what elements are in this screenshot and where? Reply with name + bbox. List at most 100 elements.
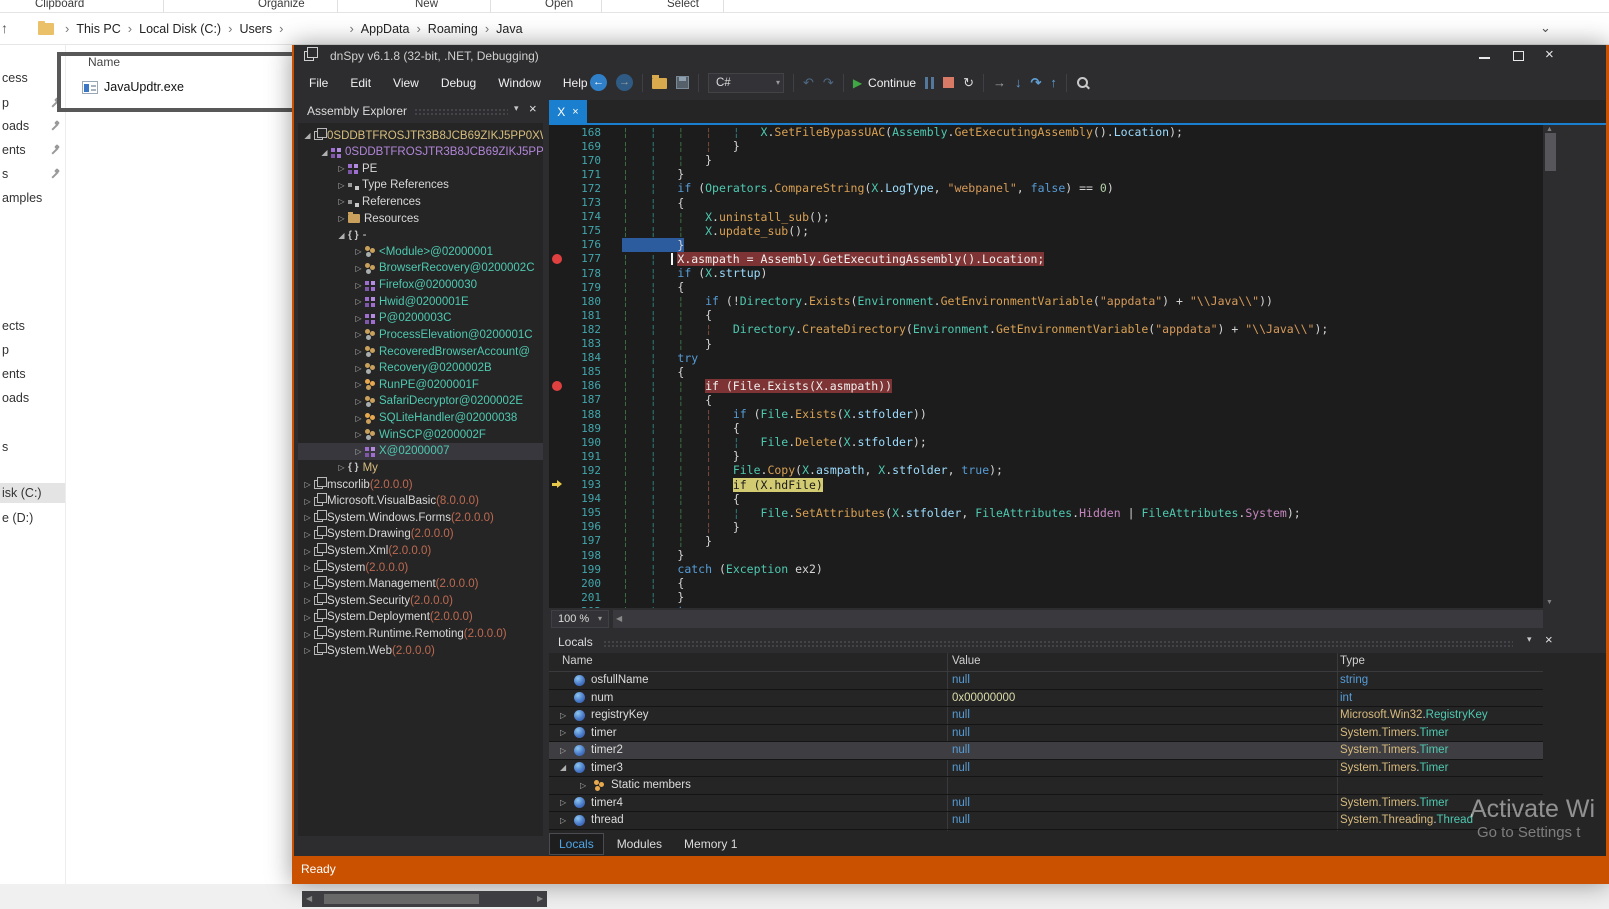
code-line-168[interactable]: 168 ¦ ¦ ¦ ¦ ¦ X.SetFileBypassUAC(Assembly… bbox=[549, 125, 1543, 139]
tree-item[interactable]: ▷ Recovery @0200002B bbox=[298, 360, 543, 377]
expander-closed-icon[interactable]: ▷ bbox=[353, 447, 364, 456]
code-line-191[interactable]: 191 ¦ ¦ ¦ ¦ } bbox=[549, 449, 1543, 463]
tree-item[interactable]: ◢ 0SDDBTFROSJTR3B8JCB69ZIKJ5PP0X bbox=[298, 144, 543, 161]
code-line-176[interactable]: 176 } bbox=[549, 237, 1543, 252]
locals-row[interactable]: osfullName null string bbox=[549, 672, 1543, 690]
ribbon-group-organize[interactable]: Organize bbox=[258, 0, 305, 10]
scroll-left-icon[interactable]: ◀ bbox=[306, 894, 312, 903]
code-line-197[interactable]: 197 ¦ ¦ ¦ } bbox=[549, 534, 1543, 548]
tab-memory-1[interactable]: Memory 1 bbox=[675, 834, 746, 854]
tree-item[interactable]: ▷ System (2.0.0.0) bbox=[298, 559, 543, 576]
breakpoint-margin[interactable] bbox=[549, 562, 569, 576]
menu-debug[interactable]: Debug bbox=[430, 76, 487, 90]
address-bar[interactable]: ↑ › This PC › Local Disk (C:) › Users › › AppDat… bbox=[0, 14, 1609, 45]
tree-item[interactable]: ▷ P @0200003C bbox=[298, 310, 543, 327]
breakpoint-icon[interactable] bbox=[552, 253, 562, 264]
maximize-button[interactable] bbox=[1513, 51, 1524, 61]
ribbon-group-select[interactable]: Select bbox=[667, 0, 699, 10]
code-line-195[interactable]: 195 ¦ ¦ ¦ ¦ ¦ File.SetAttributes(X.stfold… bbox=[549, 506, 1543, 520]
address-dropdown-icon[interactable]: ⌄ bbox=[1540, 20, 1551, 36]
breakpoint-margin[interactable] bbox=[549, 435, 569, 449]
editor-horizontal-scrollbar[interactable]: ◀ bbox=[613, 610, 1543, 628]
breakpoint-icon[interactable] bbox=[552, 380, 562, 391]
breakpoint-margin[interactable] bbox=[549, 224, 569, 238]
menu-window[interactable]: Window bbox=[487, 76, 552, 90]
search-icon[interactable] bbox=[1076, 76, 1090, 90]
tab-close-icon[interactable]: × bbox=[572, 106, 578, 118]
expander-closed-icon[interactable]: ▷ bbox=[560, 798, 570, 807]
breakpoint-margin[interactable] bbox=[549, 492, 569, 506]
expander-open-icon[interactable]: ◢ bbox=[319, 148, 330, 157]
continue-play-icon[interactable]: ▶ bbox=[853, 76, 862, 90]
breakpoint-margin[interactable] bbox=[549, 478, 569, 492]
menu-view[interactable]: View bbox=[382, 76, 430, 90]
code-line-192[interactable]: 192 ¦ ¦ ¦ ¦ File.Copy(X.asmpath, X.stfold… bbox=[549, 463, 1543, 477]
tab-locals[interactable]: Locals bbox=[549, 833, 604, 855]
expander-closed-icon[interactable]: ▷ bbox=[560, 816, 570, 825]
breakpoint-margin[interactable] bbox=[549, 139, 569, 153]
code-line-193[interactable]: 193 ¦ ¦ ¦ ¦ if (X.hdFile) bbox=[549, 477, 1543, 492]
breakpoint-margin[interactable] bbox=[549, 153, 569, 167]
expander-closed-icon[interactable]: ▷ bbox=[560, 711, 570, 720]
tree-item[interactable]: ▷ RunPE @0200001F bbox=[298, 376, 543, 393]
breakpoint-margin[interactable] bbox=[549, 520, 569, 534]
tree-item[interactable]: ▷ Type References bbox=[298, 177, 543, 194]
code-line-179[interactable]: 179 ¦ ¦ { bbox=[549, 280, 1543, 294]
code-line-180[interactable]: 180 ¦ ¦ ¦ if (!Directory.Exists(Environme… bbox=[549, 294, 1543, 308]
expander-closed-icon[interactable]: ▷ bbox=[560, 746, 570, 755]
tree-item[interactable]: ▷{ } My bbox=[298, 459, 543, 476]
tree-item[interactable]: ◢{ } - bbox=[298, 227, 543, 244]
tree-item[interactable]: ▷ System.Runtime.Remoting (2.0.0.0) bbox=[298, 626, 543, 643]
locals-column-name[interactable]: Name bbox=[562, 655, 593, 667]
scroll-right-icon[interactable]: ▶ bbox=[537, 894, 543, 903]
code-line-173[interactable]: 173 ¦ ¦ { bbox=[549, 196, 1543, 210]
sidebar-item[interactable]: amples bbox=[0, 188, 66, 208]
breakpoint-margin[interactable] bbox=[549, 379, 569, 393]
up-arrow-icon[interactable]: ↑ bbox=[1, 20, 8, 36]
tree-item[interactable]: ▷ mscorlib (2.0.0.0) bbox=[298, 476, 543, 493]
sidebar-item[interactable]: e (D:) bbox=[0, 508, 66, 528]
tree-item[interactable]: ▷ ProcessElevation @0200001C bbox=[298, 326, 543, 343]
locals-row[interactable]: num 0x00000000 int bbox=[549, 690, 1543, 707]
breakpoint-margin[interactable] bbox=[549, 294, 569, 308]
sidebar-item[interactable]: ents bbox=[0, 364, 66, 384]
tree-item[interactable]: ▷ System.Xml (2.0.0.0) bbox=[298, 543, 543, 560]
chevron-down-icon[interactable]: ▾ bbox=[1527, 634, 1532, 645]
code-line-182[interactable]: 182 ¦ ¦ ¦ ¦ Directory. CreateDirectory(Env… bbox=[549, 322, 1543, 336]
code-line-183[interactable]: 183 ¦ ¦ ¦ } bbox=[549, 337, 1543, 351]
breadcrumb-item[interactable]: AppData bbox=[361, 22, 410, 36]
tree-item[interactable]: ▷ Microsoft.VisualBasic (8.0.0.0) bbox=[298, 493, 543, 510]
assembly-explorer-header[interactable]: Assembly Explorer ▾ × bbox=[298, 100, 543, 123]
sidebar-item[interactable]: ents bbox=[0, 140, 66, 160]
breakpoint-margin[interactable] bbox=[549, 365, 569, 379]
code-line-181[interactable]: 181 ¦ ¦ ¦ { bbox=[549, 308, 1543, 322]
breadcrumb-item[interactable]: Users bbox=[239, 22, 272, 36]
breakpoint-margin[interactable] bbox=[549, 238, 569, 252]
expander-closed-icon[interactable]: ▷ bbox=[336, 197, 347, 206]
language-select[interactable]: C# ▾ bbox=[708, 72, 784, 93]
breadcrumb-item[interactable]: Local Disk (C:) bbox=[139, 22, 221, 36]
pause-button[interactable] bbox=[925, 76, 935, 89]
sidebar-item[interactable]: s bbox=[0, 437, 66, 457]
sidebar-item[interactable]: s bbox=[0, 164, 66, 184]
locals-row[interactable]: ▷ timer null System.Timers.Timer bbox=[549, 725, 1543, 742]
close-icon[interactable]: × bbox=[1545, 632, 1553, 647]
expander-closed-icon[interactable]: ▷ bbox=[302, 596, 313, 605]
locals-row[interactable]: ▷ timer4 null System.Timers.Timer bbox=[549, 795, 1543, 812]
ribbon-group-clipboard[interactable]: Clipboard bbox=[35, 0, 84, 10]
expander-open-icon[interactable]: ◢ bbox=[336, 231, 347, 240]
expander-closed-icon[interactable]: ▷ bbox=[353, 247, 364, 256]
expander-closed-icon[interactable]: ▷ bbox=[302, 646, 313, 655]
sidebar-item[interactable]: isk (C:) bbox=[0, 483, 66, 503]
code-line-169[interactable]: 169 ¦ ¦ ¦ ¦ } bbox=[549, 139, 1543, 153]
code-line-188[interactable]: 188 ¦ ¦ ¦ ¦ if (File.Exists(X.stfolder)) bbox=[549, 407, 1543, 421]
locals-row[interactable]: ◢ timer3 null System.Timers.Timer bbox=[549, 760, 1543, 777]
expander-closed-icon[interactable]: ▷ bbox=[336, 214, 347, 223]
code-line-170[interactable]: 170 ¦ ¦ ¦ } bbox=[549, 153, 1543, 167]
show-next-statement-button[interactable]: → bbox=[993, 75, 1006, 91]
step-into-button[interactable]: ↓ bbox=[1015, 75, 1022, 91]
expander-closed-icon[interactable]: ▷ bbox=[302, 497, 313, 506]
close-button[interactable]: × bbox=[1545, 46, 1554, 63]
breakpoint-margin[interactable] bbox=[549, 407, 569, 421]
expander-closed-icon[interactable]: ▷ bbox=[353, 380, 364, 389]
